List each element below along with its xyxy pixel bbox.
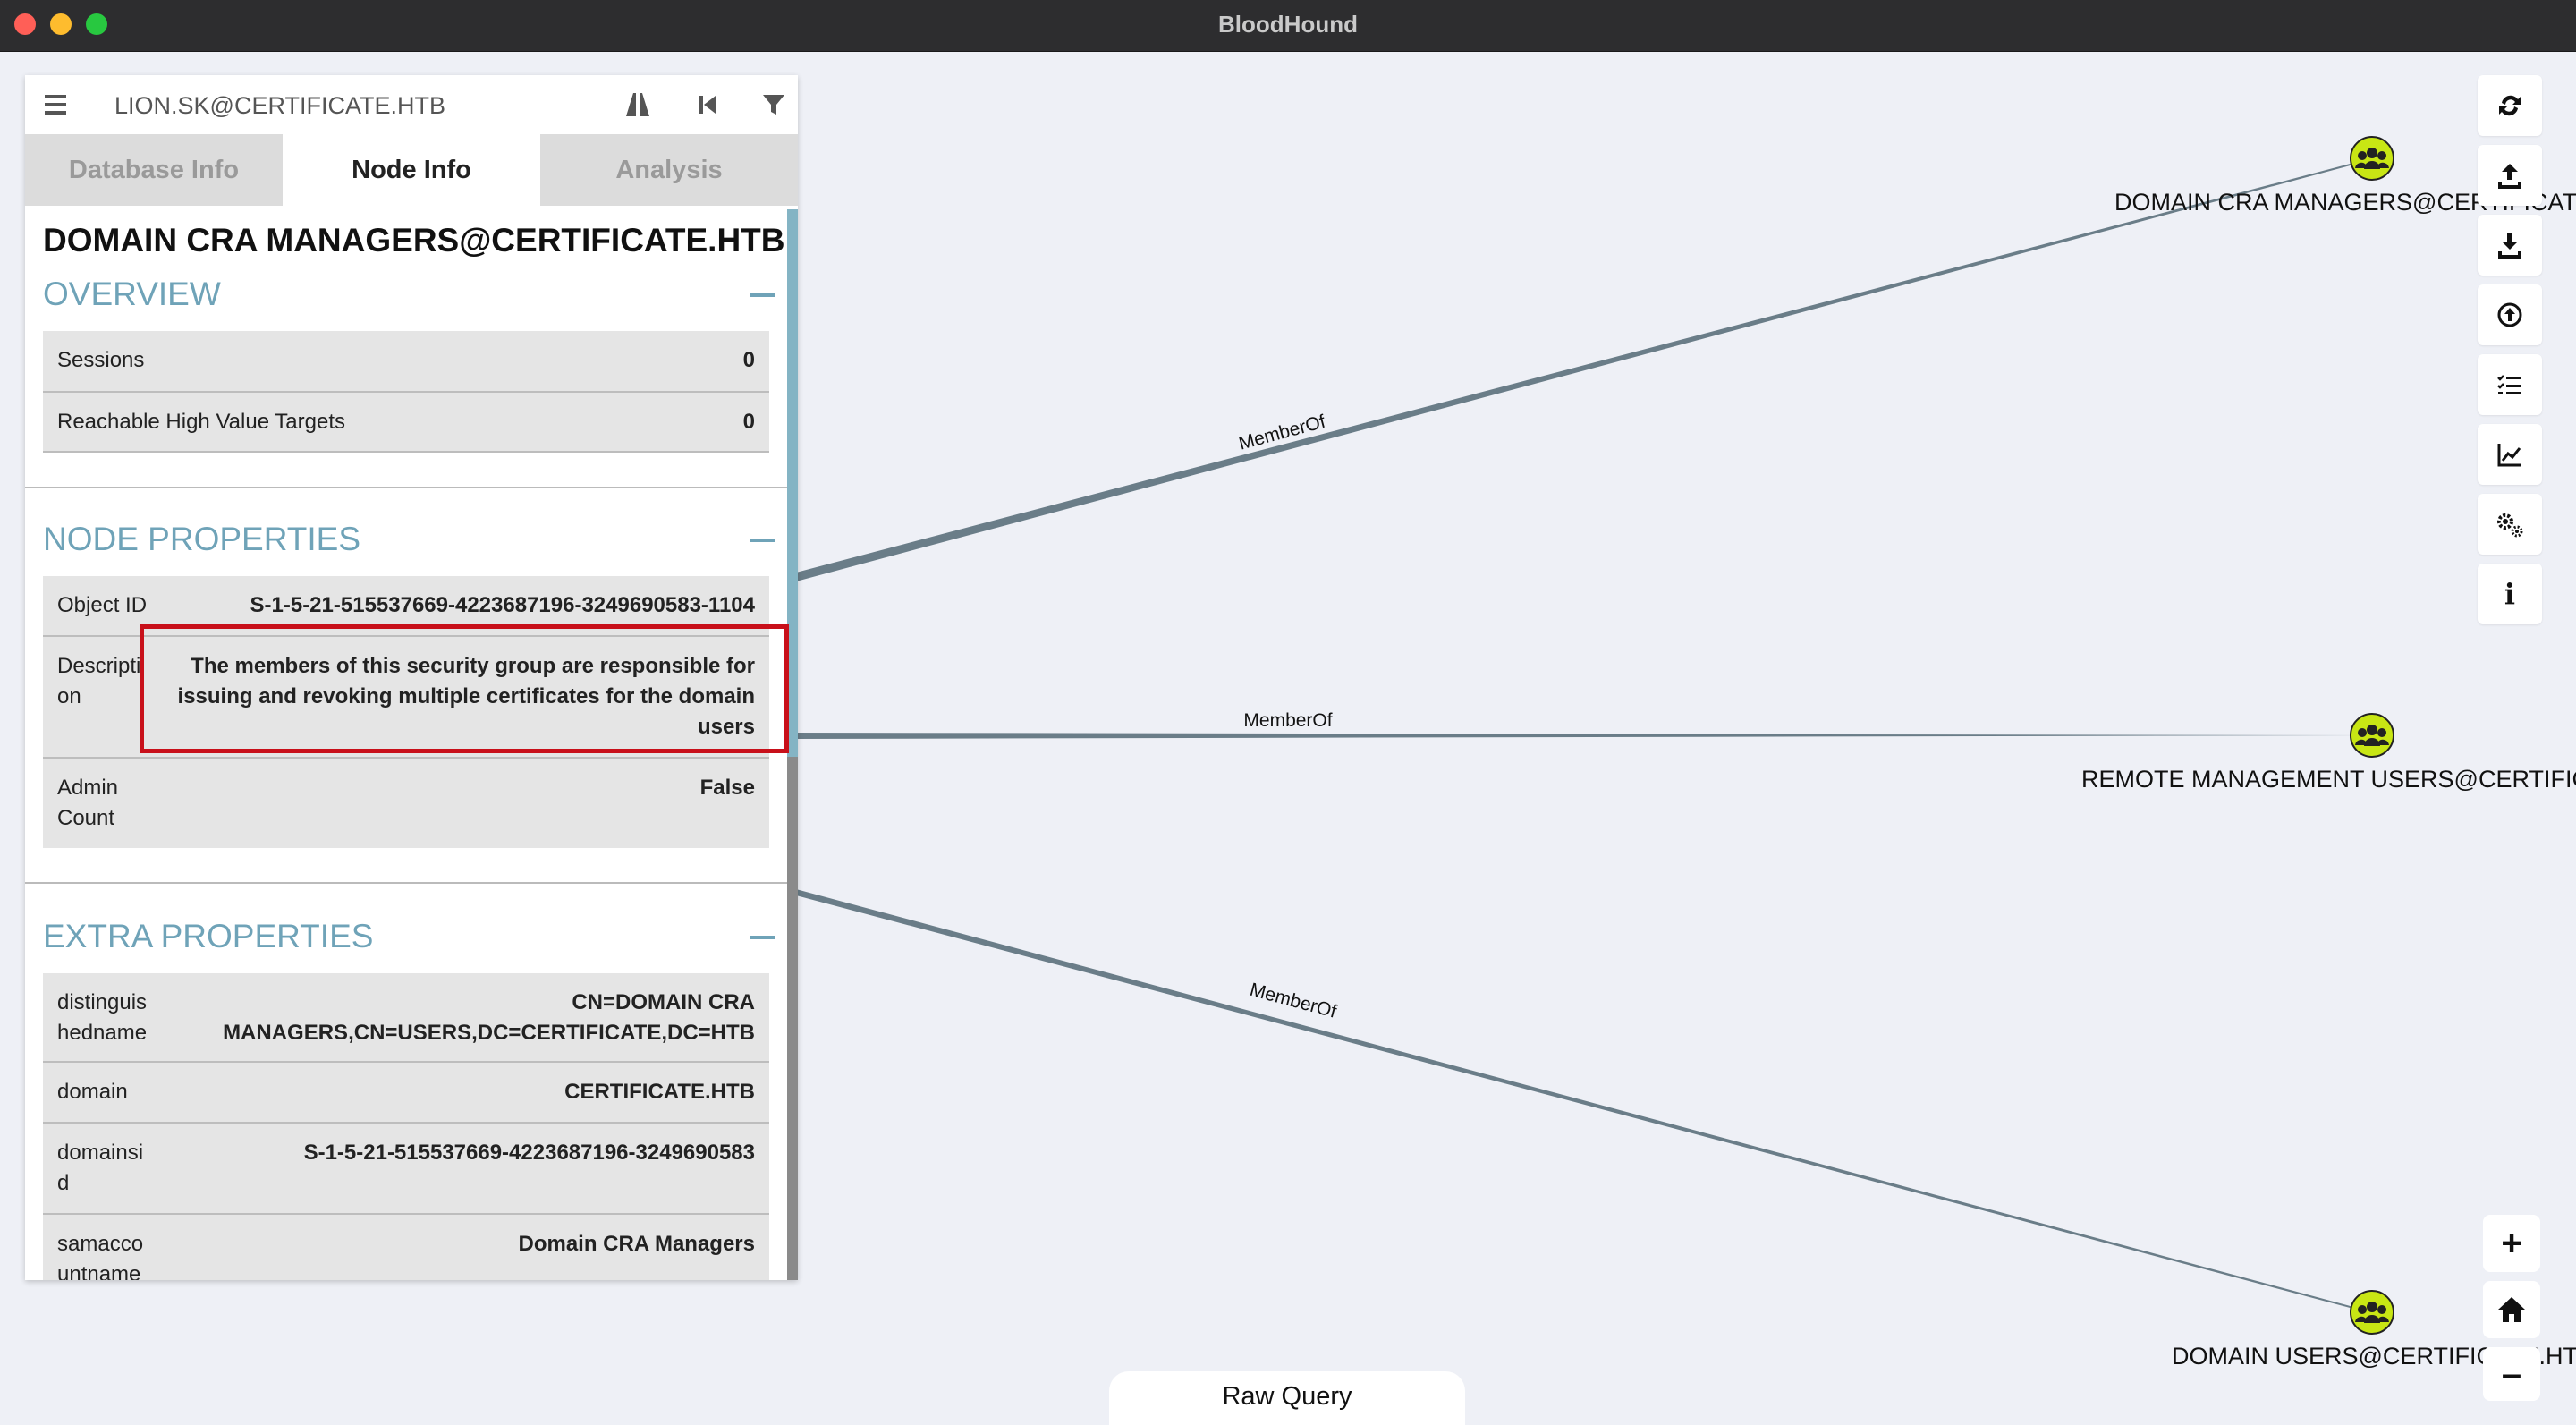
row-value: False <box>699 776 755 800</box>
info-icon: i <box>2504 577 2516 611</box>
section-divider <box>25 487 787 488</box>
section-extra-properties-heading[interactable]: EXTRA PROPERTIES <box>43 918 373 955</box>
row-value: CN=DOMAIN CRA MANAGERS,CN=USERS,DC=CERTI… <box>223 990 755 1045</box>
zoom-in-button[interactable]: + <box>2483 1215 2540 1272</box>
plus-icon: + <box>2501 1223 2522 1263</box>
collapse-overview-button[interactable] <box>750 293 775 297</box>
row-key: domainsi d <box>57 1141 144 1195</box>
section-divider <box>25 882 787 884</box>
table-row: Reachable High Value Targets 0 <box>43 393 769 453</box>
filter-icon[interactable] <box>758 89 789 120</box>
refresh-icon <box>2499 95 2521 116</box>
edge-label-2: MemberOf <box>1243 710 1332 731</box>
tab-database-info[interactable]: Database Info <box>25 134 283 206</box>
download-icon <box>2498 233 2521 259</box>
raw-query-bar[interactable]: Raw Query <box>1109 1371 1465 1425</box>
row-key: Reachable High Value Targets <box>57 410 345 434</box>
analytics-button[interactable] <box>2478 424 2542 485</box>
search-input[interactable] <box>113 86 564 125</box>
section-overview-heading[interactable]: OVERVIEW <box>43 276 221 313</box>
upload-icon <box>2498 164 2521 189</box>
node-title: DOMAIN CRA MANAGERS@CERTIFICATE.HTB <box>43 222 785 259</box>
window-titlebar: BloodHound <box>0 0 2576 52</box>
upload-button[interactable] <box>2478 145 2542 206</box>
home-icon <box>2498 1297 2525 1322</box>
row-key: Descripti on <box>57 654 141 708</box>
graph-node-label-remote-management-users[interactable]: REMOTE MANAGEMENT USERS@CERTIFICATE.HTB <box>2081 766 2576 793</box>
table-row: Admin Count False <box>43 759 769 848</box>
download-button[interactable] <box>2478 215 2542 276</box>
zoom-out-button[interactable]: – <box>2483 1347 2540 1401</box>
row-key: samacco untname <box>57 1232 144 1280</box>
collapse-extra-properties-button[interactable] <box>750 936 775 939</box>
table-row: Descripti on The members of this securit… <box>43 637 769 759</box>
group-icon[interactable] <box>2350 1290 2394 1335</box>
pathfinding-icon[interactable] <box>623 89 653 120</box>
tab-analysis[interactable]: Analysis <box>540 134 798 206</box>
row-value: Domain CRA Managers <box>518 1232 756 1256</box>
back-icon[interactable] <box>692 89 723 120</box>
queries-button[interactable] <box>2478 354 2542 415</box>
collapse-node-properties-button[interactable] <box>750 539 775 542</box>
table-row: domainsi d S-1-5-21-515537669-4223687196… <box>43 1124 769 1215</box>
refresh-button[interactable] <box>2478 75 2542 136</box>
node-info-panel: Database Info Node Info Analysis DOMAIN … <box>25 75 798 1280</box>
section-node-properties-heading[interactable]: NODE PROPERTIES <box>43 521 360 558</box>
row-value: CERTIFICATE.HTB <box>564 1080 755 1104</box>
table-row: Sessions 0 <box>43 331 769 393</box>
upload-circle-icon <box>2497 302 2522 327</box>
group-icon[interactable] <box>2350 713 2394 758</box>
row-key: Admin Count <box>57 776 119 830</box>
zoom-home-button[interactable] <box>2483 1281 2540 1338</box>
panel-tabs: Database Info Node Info Analysis <box>25 134 798 206</box>
row-value[interactable]: 0 <box>743 407 755 437</box>
row-value: S-1-5-21-515537669-4223687196-3249690583… <box>250 593 756 617</box>
group-icon[interactable] <box>2350 136 2394 181</box>
table-row: distinguis hedname CN=DOMAIN CRA MANAGER… <box>43 973 769 1063</box>
table-row: domain CERTIFICATE.HTB <box>43 1063 769 1124</box>
settings-button[interactable] <box>2478 494 2542 555</box>
graph-edge-2[interactable] <box>796 733 2370 739</box>
row-key: Object ID <box>57 593 148 617</box>
import-button[interactable] <box>2478 284 2542 345</box>
search-bar <box>25 75 798 134</box>
menu-icon[interactable] <box>41 91 73 118</box>
table-row: Object ID S-1-5-21-515537669-4223687196-… <box>43 576 769 637</box>
row-key: domain <box>57 1080 128 1104</box>
tab-node-info[interactable]: Node Info <box>283 134 540 206</box>
row-value: S-1-5-21-515537669-4223687196-3249690583 <box>303 1141 755 1165</box>
query-list-icon <box>2497 375 2521 394</box>
row-key: Sessions <box>57 348 145 372</box>
minus-icon: – <box>2501 1353 2522 1394</box>
scrollbar-thumb[interactable] <box>787 209 798 757</box>
about-button[interactable]: i <box>2478 564 2542 624</box>
settings-icon <box>2497 513 2523 538</box>
table-row: samacco untname Domain CRA Managers <box>43 1215 769 1280</box>
graph-edge-1[interactable] <box>796 158 2370 581</box>
row-value: 0 <box>742 348 755 372</box>
chart-icon <box>2497 444 2521 467</box>
row-value: The members of this security group are r… <box>177 654 755 739</box>
graph-edge-3[interactable] <box>796 889 2370 1313</box>
window-title: BloodHound <box>1218 11 1358 38</box>
row-key: distinguis hedname <box>57 990 148 1045</box>
